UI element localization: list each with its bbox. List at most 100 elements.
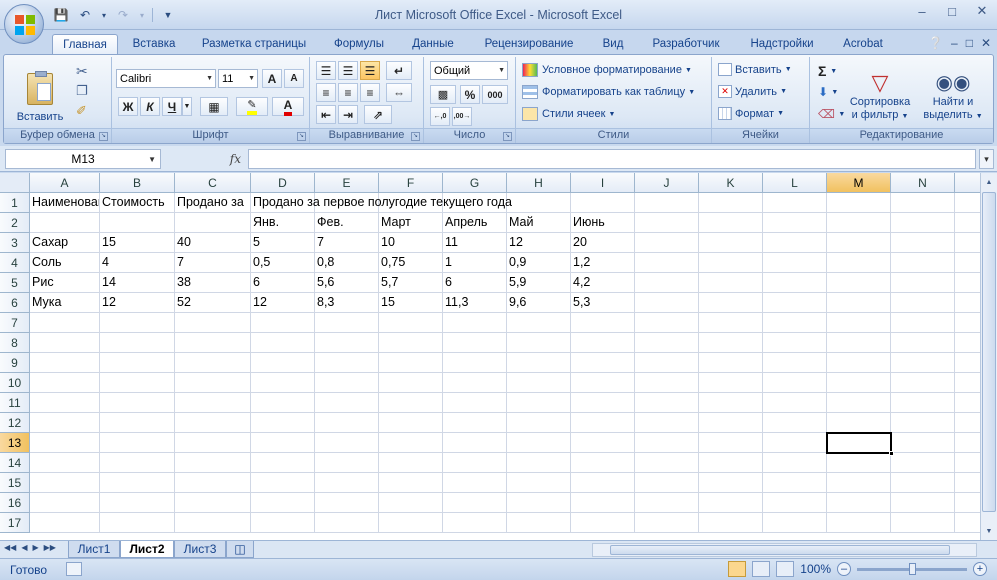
cell-h2[interactable]: Май xyxy=(507,213,571,233)
column-header-n[interactable]: N xyxy=(891,173,955,193)
column-header-d[interactable]: D xyxy=(251,173,315,193)
cell-i2[interactable]: Июнь xyxy=(571,213,635,233)
cell-i1[interactable] xyxy=(571,193,635,213)
row-header-11[interactable]: 11 xyxy=(0,393,30,413)
cell-b14[interactable] xyxy=(100,453,175,473)
cell-m1[interactable] xyxy=(827,193,891,213)
sort-filter-button[interactable]: ▽ Сортировка и фильтр ▼ xyxy=(846,61,914,123)
cell-c4[interactable]: 7 xyxy=(175,253,251,273)
cell-f5[interactable]: 5,7 xyxy=(379,273,443,293)
cell-k16[interactable] xyxy=(699,493,763,513)
cell-g6[interactable]: 11,3 xyxy=(443,293,507,313)
number-format-combo[interactable]: Общий ▼ xyxy=(430,61,508,80)
cell-e16[interactable] xyxy=(315,493,379,513)
cell-m5[interactable] xyxy=(827,273,891,293)
row-header-9[interactable]: 9 xyxy=(0,353,30,373)
cell-b5[interactable]: 14 xyxy=(100,273,175,293)
cell-h10[interactable] xyxy=(507,373,571,393)
cell-g14[interactable] xyxy=(443,453,507,473)
align-middle-button[interactable]: ☰ xyxy=(338,61,358,80)
font-name-combo[interactable]: Calibri ▼ xyxy=(116,69,216,88)
column-header-g[interactable]: G xyxy=(443,173,507,193)
cell-g11[interactable] xyxy=(443,393,507,413)
cell-a13[interactable] xyxy=(30,433,100,453)
cell-a1[interactable]: Наименование xyxy=(30,193,100,213)
cell-e12[interactable] xyxy=(315,413,379,433)
row-header-7[interactable]: 7 xyxy=(0,313,30,333)
cell-j9[interactable] xyxy=(635,353,699,373)
cell-g3[interactable]: 11 xyxy=(443,233,507,253)
page-layout-view-icon[interactable] xyxy=(752,561,771,577)
cell-i5[interactable]: 4,2 xyxy=(571,273,635,293)
cell-d8[interactable] xyxy=(251,333,315,353)
zoom-slider[interactable] xyxy=(857,562,967,575)
cell-h9[interactable] xyxy=(507,353,571,373)
cell-m16[interactable] xyxy=(827,493,891,513)
cell-l4[interactable] xyxy=(763,253,827,273)
cell-n11[interactable] xyxy=(891,393,955,413)
row-header-1[interactable]: 1 xyxy=(0,193,30,213)
cell-e10[interactable] xyxy=(315,373,379,393)
cell-i14[interactable] xyxy=(571,453,635,473)
zoom-out-icon[interactable]: – xyxy=(837,562,851,576)
cell-d6[interactable]: 12 xyxy=(251,293,315,313)
cell-e6[interactable]: 8,3 xyxy=(315,293,379,313)
cell-m9[interactable] xyxy=(827,353,891,373)
cell-i6[interactable]: 5,3 xyxy=(571,293,635,313)
cell-h6[interactable]: 9,6 xyxy=(507,293,571,313)
cell-j15[interactable] xyxy=(635,473,699,493)
cell-c9[interactable] xyxy=(175,353,251,373)
cell-i10[interactable] xyxy=(571,373,635,393)
orientation-button[interactable]: ⇗ xyxy=(364,105,392,124)
format-as-table-button[interactable]: Форматировать как таблицу ▼ xyxy=(522,85,695,99)
cell-c7[interactable] xyxy=(175,313,251,333)
cell-h15[interactable] xyxy=(507,473,571,493)
cell-d3[interactable]: 5 xyxy=(251,233,315,253)
cell-h8[interactable] xyxy=(507,333,571,353)
cell-h11[interactable] xyxy=(507,393,571,413)
copy-icon[interactable]: ❐ xyxy=(76,83,88,99)
cell-h7[interactable] xyxy=(507,313,571,333)
column-header-f[interactable]: F xyxy=(379,173,443,193)
cell-m7[interactable] xyxy=(827,313,891,333)
zoom-in-icon[interactable]: + xyxy=(973,562,987,576)
column-header-j[interactable]: J xyxy=(635,173,699,193)
percent-button[interactable]: % xyxy=(460,85,480,104)
cell-b12[interactable] xyxy=(100,413,175,433)
cell-b13[interactable] xyxy=(100,433,175,453)
cell-f16[interactable] xyxy=(379,493,443,513)
cell-f7[interactable] xyxy=(379,313,443,333)
cell-l16[interactable] xyxy=(763,493,827,513)
cell-g8[interactable] xyxy=(443,333,507,353)
cell-j11[interactable] xyxy=(635,393,699,413)
cell-m2[interactable] xyxy=(827,213,891,233)
cell-a2[interactable] xyxy=(30,213,100,233)
cell-m12[interactable] xyxy=(827,413,891,433)
cell-c10[interactable] xyxy=(175,373,251,393)
cell-n2[interactable] xyxy=(891,213,955,233)
cell-n14[interactable] xyxy=(891,453,955,473)
cell-b17[interactable] xyxy=(100,513,175,533)
cell-d16[interactable] xyxy=(251,493,315,513)
cell-l11[interactable] xyxy=(763,393,827,413)
cell-d9[interactable] xyxy=(251,353,315,373)
office-button[interactable] xyxy=(4,4,44,44)
cell-j7[interactable] xyxy=(635,313,699,333)
cell-m13[interactable] xyxy=(827,433,891,453)
row-header-15[interactable]: 15 xyxy=(0,473,30,493)
cell-f17[interactable] xyxy=(379,513,443,533)
cell-a16[interactable] xyxy=(30,493,100,513)
font-color-button[interactable]: A xyxy=(272,97,304,116)
align-top-button[interactable]: ☰ xyxy=(316,61,336,80)
cell-k13[interactable] xyxy=(699,433,763,453)
cell-b4[interactable]: 4 xyxy=(100,253,175,273)
vertical-scrollbar[interactable]: ▲ ▼ xyxy=(980,173,997,540)
macro-record-icon[interactable] xyxy=(66,562,82,576)
cell-k4[interactable] xyxy=(699,253,763,273)
grow-font-button[interactable]: A xyxy=(262,69,282,88)
cell-n4[interactable] xyxy=(891,253,955,273)
cell-i8[interactable] xyxy=(571,333,635,353)
cell-g4[interactable]: 1 xyxy=(443,253,507,273)
cell-b3[interactable]: 15 xyxy=(100,233,175,253)
underline-button[interactable]: Ч xyxy=(162,97,182,116)
